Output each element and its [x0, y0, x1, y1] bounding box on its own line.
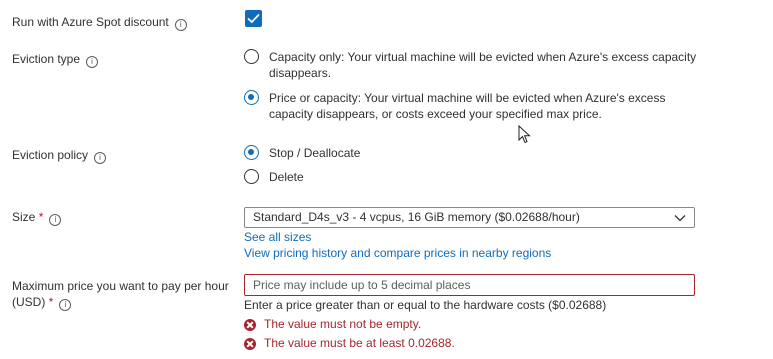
info-icon[interactable]: i	[86, 56, 99, 68]
info-icon[interactable]: i	[174, 19, 187, 31]
radio-unselected[interactable]	[244, 169, 259, 184]
view-pricing-history-link[interactable]: View pricing history and compare prices …	[244, 246, 551, 261]
eviction-policy-label: Eviction policy i	[12, 147, 107, 164]
max-price-hint: Enter a price greater than or equal to t…	[244, 298, 607, 312]
required-marker: *	[38, 210, 44, 224]
eviction-type-option-price-or-capacity[interactable]: Price or capacity: Your virtual machine …	[244, 90, 699, 122]
radio-unselected[interactable]	[244, 49, 259, 64]
eviction-type-label-text: Eviction type	[12, 52, 81, 66]
radio-selected[interactable]	[244, 90, 259, 105]
eviction-type-label: Eviction type i	[12, 51, 99, 68]
mouse-cursor-icon	[518, 125, 531, 144]
eviction-policy-option-label: Stop / Deallocate	[269, 146, 361, 160]
size-dropdown-value: Standard_D4s_v3 - 4 vcpus, 16 GiB memory…	[253, 210, 580, 224]
eviction-policy-label-text: Eviction policy	[12, 148, 89, 162]
spot-discount-checkbox[interactable]	[245, 10, 262, 27]
checkmark-icon	[247, 13, 260, 24]
eviction-policy-option-delete[interactable]: Delete	[244, 169, 304, 185]
error-text: The value must be at least 0.02688.	[264, 336, 455, 350]
max-price-label-line2: (USD)	[12, 295, 46, 309]
max-price-label-line2-row: (USD) * i	[12, 294, 229, 311]
eviction-policy-option-stop[interactable]: Stop / Deallocate	[244, 145, 360, 161]
size-label: Size * i	[12, 209, 62, 226]
error-text: The value must not be empty.	[264, 317, 422, 331]
eviction-type-option-label: Price or capacity: Your virtual machine …	[269, 91, 666, 121]
required-marker: *	[48, 295, 54, 309]
see-all-sizes-link[interactable]: See all sizes	[244, 230, 311, 245]
radio-selected[interactable]	[244, 145, 259, 160]
max-price-input[interactable]	[244, 274, 695, 296]
max-price-label-line1: Maximum price you want to pay per hour	[12, 279, 229, 293]
eviction-policy-option-label: Delete	[269, 170, 304, 184]
chevron-down-icon	[674, 215, 686, 222]
eviction-type-option-capacity[interactable]: Capacity only: Your virtual machine will…	[244, 49, 699, 81]
info-icon[interactable]: i	[94, 152, 107, 164]
size-dropdown[interactable]: Standard_D4s_v3 - 4 vcpus, 16 GiB memory…	[244, 207, 695, 228]
error-icon	[244, 337, 256, 350]
info-icon[interactable]: i	[59, 299, 72, 311]
spot-discount-label: Run with Azure Spot discount i	[12, 14, 187, 31]
error-message: The value must not be empty.	[244, 317, 421, 332]
spot-discount-label-text: Run with Azure Spot discount	[12, 15, 169, 29]
error-message: The value must be at least 0.02688.	[244, 336, 455, 351]
size-label-text: Size	[12, 210, 36, 224]
eviction-type-option-label: Capacity only: Your virtual machine will…	[269, 50, 697, 80]
info-icon[interactable]: i	[49, 214, 62, 226]
max-price-label: Maximum price you want to pay per hour (…	[12, 278, 229, 311]
error-icon	[244, 318, 256, 331]
